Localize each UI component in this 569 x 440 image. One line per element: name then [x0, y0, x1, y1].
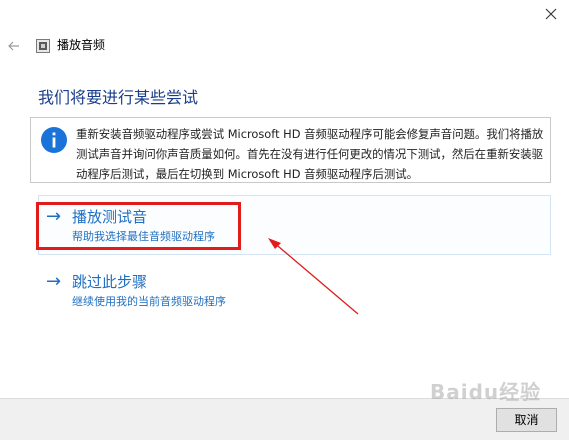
- back-arrow-icon: [8, 41, 19, 51]
- info-text: 重新安装音频驱动程序或尝试 Microsoft HD 音频驱动程序可能会修复声音…: [76, 127, 544, 181]
- info-icon: [40, 126, 68, 154]
- highlight-annotation-box: [36, 202, 241, 250]
- close-button[interactable]: [536, 2, 566, 28]
- cancel-button[interactable]: 取消: [496, 408, 557, 432]
- skip-step-description: 继续使用我的当前音频驱动程序: [72, 295, 226, 308]
- close-icon: [545, 8, 557, 20]
- speaker-troubleshooter-icon: [36, 38, 50, 53]
- option-arrow-icon: →: [46, 271, 62, 292]
- window-title: 播放音频: [57, 38, 106, 52]
- back-button[interactable]: [4, 36, 26, 56]
- skip-step-link[interactable]: 跳过此步骤: [72, 272, 147, 292]
- page-heading: 我们将要进行某些尝试: [38, 88, 199, 107]
- watermark: Baidu经验: [430, 380, 542, 404]
- dialog-footer: [0, 398, 569, 440]
